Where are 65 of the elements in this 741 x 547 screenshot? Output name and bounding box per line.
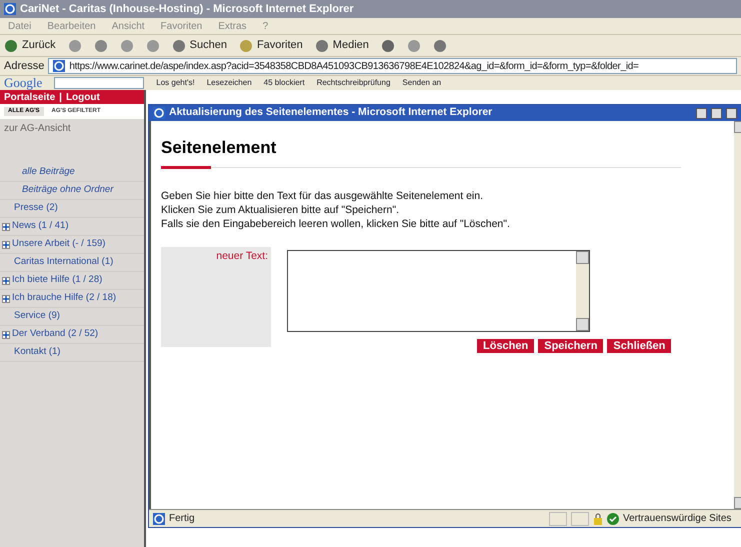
- page-heading: Seitenelement: [161, 137, 278, 159]
- maximize-button[interactable]: [711, 108, 722, 118]
- url-text: https://www.carinet.de/aspe/index.asp?acid=3548358CBD8A451093CB913636798E4E102824&ag_id=&form_id=&form_typ=&folder_id=: [69, 60, 639, 73]
- browser-icon: [153, 512, 165, 524]
- field-label: neuer Text:: [216, 248, 268, 264]
- google-search-field[interactable]: [54, 77, 144, 89]
- expand-icon[interactable]: [2, 240, 10, 248]
- sidebar-item[interactable]: Presse (2): [14, 201, 58, 216]
- header-link[interactable]: Portalseite: [4, 90, 56, 104]
- close-button[interactable]: [726, 108, 737, 118]
- status-panel: [549, 512, 567, 526]
- separator-text: |: [59, 90, 62, 104]
- toolbar-label[interactable]: Favoriten: [256, 37, 303, 54]
- instruction-text: Falls sie den Eingabebereich leeren wollen, klicken Sie bitte auf "Löschen".: [161, 216, 511, 230]
- toolbar-label[interactable]: Zurück: [22, 37, 56, 54]
- sidebar-item[interactable]: News (1 / 41): [12, 219, 68, 234]
- window-title: CariNet - Caritas (Inhouse-Hosting) - Microsoft Internet Explorer: [20, 2, 354, 17]
- menu-item[interactable]: Bearbeiten: [47, 18, 96, 34]
- sidebar-item[interactable]: Unsere Arbeit (- / 159): [12, 237, 106, 252]
- view-link[interactable]: zur AG-Ansicht: [0, 121, 144, 136]
- action-button[interactable]: Speichern: [538, 338, 604, 352]
- browser-icon: [53, 60, 66, 72]
- expand-icon[interactable]: [2, 276, 10, 284]
- sidebar-item[interactable]: Service (9): [14, 309, 60, 324]
- sidebar-item[interactable]: Kontakt (1): [14, 345, 60, 360]
- sidebar-item[interactable]: alle Beiträge: [22, 165, 75, 180]
- action-button[interactable]: Löschen: [477, 338, 534, 352]
- address-label: Adresse: [4, 58, 44, 74]
- status-text: Fertig: [169, 512, 196, 526]
- sidebar-item[interactable]: Beiträge ohne Ordner: [22, 183, 114, 198]
- security-zone: Vertrauenswürdige Sites: [623, 512, 732, 526]
- google-toolbar-item[interactable]: Senden an: [402, 78, 442, 88]
- menu-item[interactable]: ?: [262, 18, 268, 34]
- expand-icon[interactable]: [2, 294, 10, 302]
- sidebar-item[interactable]: Caritas International (1): [14, 255, 114, 270]
- sidebar-item[interactable]: Ich biete Hilfe (1 / 28): [12, 273, 102, 288]
- menu-item[interactable]: Extras: [218, 18, 247, 34]
- instruction-text: Geben Sie hier bitte den Text für das ausgewählte Seitenelement ein.: [161, 188, 484, 202]
- menu-item[interactable]: Datei: [8, 18, 32, 34]
- google-toolbar-item[interactable]: Lesezeichen: [206, 78, 252, 88]
- check-icon: [607, 512, 619, 524]
- browser-icon: [4, 3, 16, 15]
- lock-icon: [593, 512, 603, 524]
- status-panel: [571, 512, 589, 526]
- text-area[interactable]: [287, 250, 590, 332]
- sidebar-item[interactable]: Ich brauche Hilfe (2 / 18): [12, 291, 116, 306]
- menu-item[interactable]: Favoriten: [160, 18, 202, 34]
- minimize-button[interactable]: [696, 108, 707, 118]
- google-logo: Google: [4, 76, 42, 90]
- action-button[interactable]: Schließen: [607, 338, 672, 352]
- google-toolbar-item[interactable]: Los geht's!: [156, 78, 195, 88]
- google-toolbar-item[interactable]: Rechtschreibprüfung: [316, 78, 390, 88]
- scrollbar[interactable]: [576, 250, 589, 330]
- header-link[interactable]: Logout: [66, 90, 100, 104]
- sidebar-item[interactable]: Der Verband (2 / 52): [12, 327, 98, 342]
- toolbar-label[interactable]: Medien: [332, 37, 369, 54]
- toolbar-label[interactable]: Suchen: [190, 37, 227, 54]
- google-toolbar-item[interactable]: 45 blockiert: [264, 78, 305, 88]
- expand-icon[interactable]: [2, 330, 10, 338]
- expand-icon[interactable]: [2, 222, 10, 230]
- popup-title: Aktualisierung des Seitenelementes - Microsoft Internet Explorer: [169, 105, 494, 120]
- instruction-text: Klicken Sie zum Aktualisieren bitte auf "Speichern".: [161, 202, 400, 216]
- browser-icon: [153, 107, 165, 119]
- menu-item[interactable]: Ansicht: [112, 18, 145, 34]
- address-field[interactable]: https://www.carinet.de/aspe/index.asp?acid=3548358CBD8A451093CB913636798E4E102824&ag_id=&form_id=&form_typ=&folder_id=: [48, 58, 737, 74]
